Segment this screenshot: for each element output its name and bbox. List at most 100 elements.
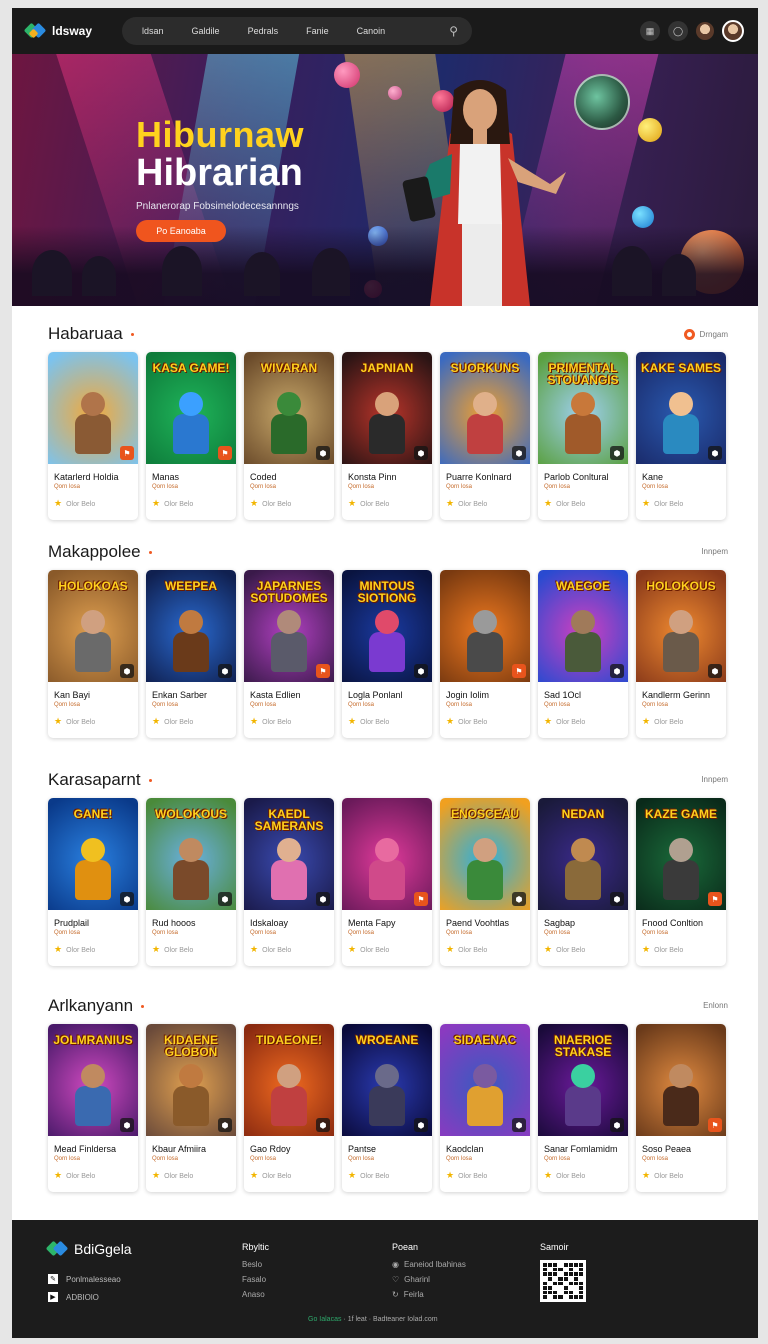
flag-icon[interactable]: ⚑	[120, 446, 134, 460]
game-character	[73, 1064, 113, 1126]
hex-icon[interactable]: ⬢	[610, 892, 624, 906]
game-card[interactable]: JAPARNES SOTUDOMES ⚑ Kasta Edlien Qorn losa…	[244, 570, 334, 738]
hex-icon[interactable]: ⬢	[414, 664, 428, 678]
thumbnail-title-art: JAPNIAN	[360, 361, 414, 375]
hex-icon[interactable]: ⬢	[316, 892, 330, 906]
logo[interactable]: ldsway	[23, 22, 92, 40]
game-card[interactable]: SIDAENAC ⬢ Kaodclan Qorn losa ★ Olor Belo	[440, 1024, 530, 1192]
hex-icon[interactable]: ⬢	[610, 1118, 624, 1132]
game-card[interactable]: HOLOKOUS ⬢ Kandlerm Gerinn Qorn losa ★ Olor B…	[636, 570, 726, 738]
game-card[interactable]: NEDAN ⬢ Sagbap Qorn losa ★ Olor Belo	[538, 798, 628, 966]
game-card[interactable]: PRIMENTAL STOUANGIS ⬢ Parlob Conltural Qorn…	[538, 352, 628, 520]
game-card[interactable]: ⚑ Soso Peaea Qorn losa ★ Olor Belo	[636, 1024, 726, 1192]
card-subtitle: Qorn losa	[544, 702, 571, 708]
nav-link-4[interactable]: Fanie	[306, 26, 329, 36]
hex-icon[interactable]: ⬢	[218, 892, 232, 906]
footer-link[interactable]: ↻ Feirla	[392, 1290, 466, 1299]
game-card[interactable]: WIVARAN ⬢ Coded Qorn losa ★ Olor Belo	[244, 352, 334, 520]
card-rating: ★ Olor Belo	[54, 1170, 95, 1181]
nav-link-5[interactable]: Canoin	[357, 26, 386, 36]
nav-link-3[interactable]: Pedrals	[248, 26, 279, 36]
game-thumbnail: HOLOKOAS ⬢	[48, 570, 138, 682]
game-card[interactable]: WEEPEA ⬢ Enkan Sarber Qorn losa ★ Olor Belo	[146, 570, 236, 738]
hex-icon[interactable]: ⬢	[218, 664, 232, 678]
thumbnail-title-art: NEDAN	[561, 807, 605, 821]
flag-icon[interactable]: ⚑	[414, 892, 428, 906]
nav-link-1[interactable]: ldsan	[142, 26, 164, 36]
avatar-secondary[interactable]	[696, 22, 714, 40]
game-card[interactable]: SUORKUNS ⬢ Puarre Konlnard Qorn losa ★ Olor B…	[440, 352, 530, 520]
game-card[interactable]: WAEGOE ⬢ Sad 1Ocl Qorn losa ★ Olor Belo	[538, 570, 628, 738]
game-thumbnail: MINTOUS SIOTIONG ⬢	[342, 570, 432, 682]
nav-link-2[interactable]: Galdile	[192, 26, 220, 36]
hex-icon[interactable]: ⬢	[316, 1118, 330, 1132]
search-icon[interactable]: ⚲	[449, 24, 458, 38]
card-title: Pantse	[348, 1144, 377, 1154]
logo-icon	[45, 1240, 69, 1258]
footer-link[interactable]: Anaso	[242, 1290, 269, 1299]
thumbnail-title-art: KIDAENE GLOBON	[163, 1033, 218, 1059]
game-card[interactable]: HOLOKOAS ⬢ Kan Bayi Qorn losa ★ Olor Belo	[48, 570, 138, 738]
game-card[interactable]: ENOSCEAU ⬢ Paend Voohtlas Qorn losa ★ Olor Be…	[440, 798, 530, 966]
hex-icon[interactable]: ⬢	[610, 664, 624, 678]
footer-logo[interactable]: BdiGgela	[45, 1240, 132, 1258]
game-card[interactable]: WOLOKOUS ⬢ Rud hooos Qorn losa ★ Olor Belo	[146, 798, 236, 966]
section-more-link[interactable]: Innpem	[701, 547, 728, 556]
footer-column-1: Rbyltic Beslo Fasalo Anaso	[242, 1242, 269, 1305]
footer-column-title: Samoir	[540, 1242, 569, 1252]
flag-icon[interactable]: ⚑	[708, 892, 722, 906]
hex-icon[interactable]: ⬢	[120, 664, 134, 678]
hero-cta-button[interactable]: Po Eanoaba	[136, 220, 226, 242]
game-card[interactable]: JAPNIAN ⬢ Konsta Pinn Qorn losa ★ Olor Belo	[342, 352, 432, 520]
game-card[interactable]: ⚑ Katarlerd Holdia Qorn losa ★ Olor Belo	[48, 352, 138, 520]
game-card[interactable]: KASA GAME! ⚑ Manas Qorn losa ★ Olor Belo	[146, 352, 236, 520]
hex-icon[interactable]: ⬢	[610, 446, 624, 460]
card-title: Sad 1Ocl	[544, 690, 582, 700]
hex-icon[interactable]: ⬢	[414, 1118, 428, 1132]
game-card[interactable]: MINTOUS SIOTIONG ⬢ Logla Ponlanl Qorn losa ★…	[342, 570, 432, 738]
flag-icon[interactable]: ⚑	[316, 664, 330, 678]
card-rating: ★ Olor Belo	[446, 498, 487, 509]
footer-column-3: Samoir	[540, 1242, 586, 1302]
section-more-link[interactable]: Enlonn	[703, 1001, 728, 1010]
hex-icon[interactable]: ⬢	[120, 1118, 134, 1132]
game-thumbnail: JOLMRANIUS ⬢	[48, 1024, 138, 1136]
avatar[interactable]	[722, 20, 744, 42]
game-card[interactable]: JOLMRANIUS ⬢ Mead Finldersa Qorn losa ★ Olor …	[48, 1024, 138, 1192]
grid-icon[interactable]: ▦	[640, 21, 660, 41]
footer-link[interactable]: Beslo	[242, 1260, 269, 1269]
game-card[interactable]: NIAERIOE STAKASE ⬢ Sanar Fomlamidm Qorn los…	[538, 1024, 628, 1192]
footer-link[interactable]: ♡ Gharinl	[392, 1275, 466, 1284]
hex-icon[interactable]: ⬢	[120, 892, 134, 906]
game-card[interactable]: TIDAEONE! ⬢ Gao Rdoy Qorn losa ★ Olor Belo	[244, 1024, 334, 1192]
game-card[interactable]: ⚑ Menta Fapy Qorn losa ★ Olor Belo	[342, 798, 432, 966]
hex-icon[interactable]: ⬢	[316, 446, 330, 460]
game-card[interactable]: WROEANE ⬢ Pantse Qorn losa ★ Olor Belo	[342, 1024, 432, 1192]
hex-icon[interactable]: ⬢	[512, 892, 526, 906]
game-card[interactable]: KAZE GAME ⚑ Fnood Conltion Qorn losa ★ Olor B…	[636, 798, 726, 966]
card-row: JOLMRANIUS ⬢ Mead Finldersa Qorn losa ★ Olor …	[48, 1024, 726, 1192]
hex-icon[interactable]: ⬢	[512, 1118, 526, 1132]
section-more-link[interactable]: Drngam	[683, 329, 728, 340]
flag-icon[interactable]: ⚑	[218, 446, 232, 460]
chat-icon[interactable]: ◯	[668, 21, 688, 41]
hex-icon[interactable]: ⬢	[708, 664, 722, 678]
footer-link[interactable]: Fasalo	[242, 1275, 269, 1284]
hex-icon[interactable]: ⬢	[512, 446, 526, 460]
card-title: Coded	[250, 472, 277, 482]
hex-icon[interactable]: ⬢	[414, 446, 428, 460]
game-card[interactable]: ⚑ Jogin Iolim Qorn losa ★ Olor Belo	[440, 570, 530, 738]
game-card[interactable]: KAKE SAMES ⬢ Kane Qorn losa ★ Olor Belo	[636, 352, 726, 520]
qr-code[interactable]	[540, 1260, 586, 1302]
thumbnail-title-art: SIDAENAC	[453, 1033, 517, 1047]
flag-icon[interactable]: ⚑	[512, 664, 526, 678]
section-more-link[interactable]: Innpem	[701, 775, 728, 784]
game-card[interactable]: KIDAENE GLOBON ⬢ Kbaur Afmiira Qorn losa ★ Ol…	[146, 1024, 236, 1192]
game-card[interactable]: GANE! ⬢ Prudplail Qorn losa ★ Olor Belo	[48, 798, 138, 966]
hex-icon[interactable]: ⬢	[218, 1118, 232, 1132]
footer-link[interactable]: ◉ Eaneiod Ibahinas	[392, 1260, 466, 1269]
flag-icon[interactable]: ⚑	[708, 1118, 722, 1132]
game-character	[367, 838, 407, 900]
game-card[interactable]: KAEDL SAMERANS ⬢ Idskaloay Qorn losa ★ Olor B…	[244, 798, 334, 966]
hex-icon[interactable]: ⬢	[708, 446, 722, 460]
